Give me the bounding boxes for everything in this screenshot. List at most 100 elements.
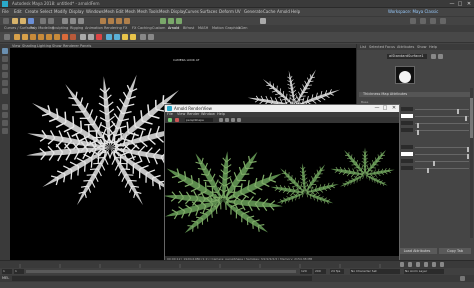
ae-value-field[interactable] (401, 107, 413, 111)
arnold-menu-window[interactable]: Window (201, 112, 215, 116)
shelf-tab-arnold[interactable]: Arnold (168, 26, 179, 30)
ae-value-field[interactable] (401, 159, 413, 163)
arnold-maximize-button[interactable]: □ (381, 105, 389, 112)
menu-modify[interactable]: Modify (54, 9, 67, 14)
ae-value-field[interactable] (401, 145, 413, 149)
arnold-render-image[interactable] (162, 123, 399, 256)
anim-layer-field[interactable]: No Anim Layer (404, 269, 444, 274)
select-object-icon[interactable] (70, 18, 76, 24)
ae-copy-tab-button[interactable]: Copy Tab (439, 248, 471, 254)
ae-slider-knob[interactable] (427, 168, 429, 173)
lasso-tool-icon[interactable] (2, 56, 8, 62)
ipr-icon[interactable] (22, 34, 28, 40)
ae-slider[interactable] (415, 161, 469, 166)
ae-section-header[interactable]: Thickness Map Attributes (359, 92, 473, 97)
select-hierarchy-icon[interactable] (62, 18, 68, 24)
outliner-layout-icon[interactable] (2, 128, 8, 134)
modeling-toolkit-icon[interactable] (410, 18, 416, 24)
open-scene-icon[interactable] (20, 18, 26, 24)
exposure-icon[interactable] (225, 118, 229, 122)
menu-uv[interactable]: UV (235, 9, 241, 14)
arnold-menu-render[interactable]: Render (187, 112, 199, 116)
command-language-label[interactable]: MEL (2, 276, 9, 280)
render-frame-icon[interactable] (160, 18, 166, 24)
rgb-channel-icon[interactable] (219, 118, 223, 122)
menu-surfaces[interactable]: Surfaces (200, 9, 217, 14)
ae-slider[interactable] (415, 154, 469, 159)
shelf-tab[interactable]: Rendering (104, 26, 122, 30)
ae-tab-help[interactable]: Help (429, 45, 437, 49)
ae-tab-focus[interactable]: Focus (385, 45, 395, 49)
shelf-tab[interactable]: Custom (152, 26, 165, 30)
camera-selector[interactable]: perspShape (185, 118, 213, 122)
render-play-icon[interactable] (168, 118, 172, 122)
menu-generate[interactable]: Generate (244, 9, 263, 14)
ae-tab-attributes[interactable]: Attributes (397, 45, 414, 49)
move-tool-icon[interactable] (2, 72, 8, 78)
texture-icon[interactable] (122, 34, 128, 40)
paint-select-tool-icon[interactable] (2, 64, 8, 70)
step-back-icon[interactable] (408, 262, 412, 267)
physical-sky-icon[interactable] (62, 34, 68, 40)
snapshot-icon[interactable] (237, 118, 241, 122)
ae-color-swatch[interactable] (401, 114, 413, 118)
shelf-tab[interactable]: FX (123, 26, 127, 30)
curve-collector-icon[interactable] (96, 34, 102, 40)
playback-start-field[interactable]: 1 (14, 269, 24, 274)
tool-settings-icon[interactable] (430, 18, 436, 24)
skydome-light-icon[interactable] (54, 34, 60, 40)
menu-mesh-tools[interactable]: Mesh Tools (137, 9, 159, 14)
select-component-icon[interactable] (78, 18, 84, 24)
menu-windows[interactable]: Windows (86, 9, 104, 14)
snap-plane-icon[interactable] (124, 18, 130, 24)
shelf-tab[interactable]: FX Caching (132, 26, 152, 30)
channel-box-icon[interactable] (440, 18, 446, 24)
mesh-light-icon[interactable] (38, 34, 44, 40)
flush-caches-icon[interactable] (130, 34, 136, 40)
sign-in-icon[interactable] (260, 18, 266, 24)
license-icon[interactable] (148, 34, 154, 40)
ae-slider[interactable] (415, 109, 469, 114)
arnold-close-button[interactable]: ✕ (390, 105, 398, 112)
ae-tab-show[interactable]: Show (417, 45, 426, 49)
mode-menu-icon[interactable] (3, 18, 9, 24)
script-editor-icon[interactable] (460, 276, 465, 281)
snap-point-icon[interactable] (116, 18, 122, 24)
area-light-icon[interactable] (30, 34, 36, 40)
arnold-menu-file[interactable]: File (167, 112, 173, 116)
time-slider[interactable] (0, 260, 474, 268)
ae-slider[interactable] (415, 116, 469, 121)
range-bar[interactable] (26, 270, 296, 273)
play-backward-icon[interactable] (416, 262, 420, 267)
ae-slider-knob[interactable] (417, 130, 419, 135)
ae-color-swatch[interactable] (401, 152, 413, 156)
ae-slider[interactable] (415, 147, 469, 152)
shelf-tab[interactable]: Sculpting (52, 26, 68, 30)
playback-end-field[interactable]: 120 (300, 269, 312, 274)
menu-file[interactable]: File (2, 9, 9, 14)
shelf-tab[interactable]: XGen (238, 26, 247, 30)
menu-select[interactable]: Select (40, 9, 52, 14)
ae-scrollbar-thumb[interactable] (470, 98, 473, 138)
ipr-render-icon[interactable] (168, 18, 174, 24)
maximize-button[interactable]: □ (456, 1, 464, 7)
menu-help[interactable]: Help (291, 9, 300, 14)
attribute-editor-toggle-icon[interactable] (420, 18, 426, 24)
select-tool-icon[interactable] (2, 48, 8, 54)
menu-edit-mesh[interactable]: Edit Mesh (116, 9, 136, 14)
range-start-field[interactable]: 1 (2, 269, 12, 274)
menu-deform[interactable]: Deform (219, 9, 234, 14)
fps-field[interactable]: 24 fps (330, 269, 344, 274)
range-end-field[interactable]: 200 (314, 269, 326, 274)
ae-slider[interactable] (415, 123, 469, 128)
step-forward-icon[interactable] (432, 262, 436, 267)
menu-edit[interactable]: Edit (14, 9, 22, 14)
shelf-menu-icon[interactable] (4, 34, 10, 40)
go-to-end-icon[interactable] (440, 262, 444, 267)
single-view-layout-icon[interactable] (2, 104, 8, 110)
minimize-button[interactable]: — (448, 1, 456, 7)
save-scene-icon[interactable] (28, 18, 34, 24)
redo-icon[interactable] (48, 18, 54, 24)
new-scene-icon[interactable] (12, 18, 18, 24)
snap-curve-icon[interactable] (108, 18, 114, 24)
